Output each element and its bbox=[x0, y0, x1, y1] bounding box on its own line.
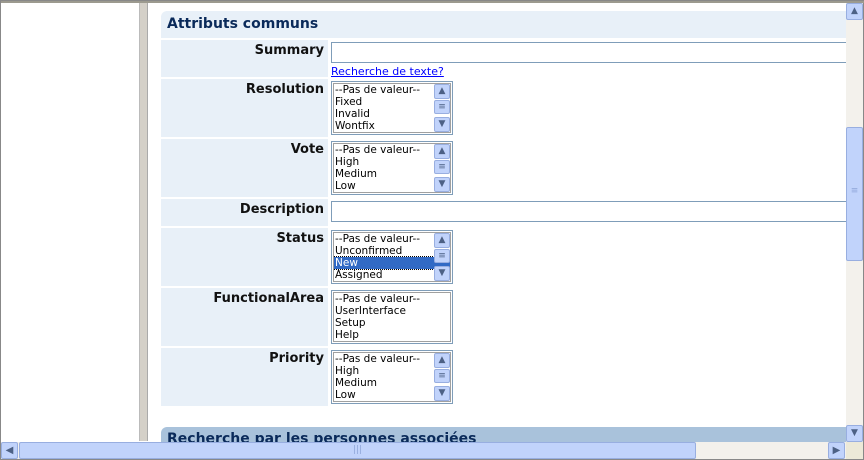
scroll-thumb[interactable]: ≡ bbox=[434, 160, 450, 174]
priority-option[interactable]: Low bbox=[334, 389, 450, 401]
frame-splitter[interactable] bbox=[139, 3, 148, 441]
field-row-description: Description bbox=[161, 199, 846, 226]
status-select[interactable]: --Pas de valeur-- Unconfirmed New Assigned ▲… bbox=[331, 230, 453, 284]
resolution-option[interactable]: --Pas de valeur-- bbox=[334, 84, 450, 96]
status-option[interactable]: New bbox=[333, 256, 451, 270]
chevron-up-icon[interactable]: ▲ bbox=[434, 233, 450, 248]
priority-option[interactable]: High bbox=[334, 365, 450, 377]
field-row-functionalarea: FunctionalArea --Pas de valeur-- UserInter… bbox=[161, 288, 846, 346]
vote-option[interactable]: High bbox=[334, 156, 450, 168]
summary-label: Summary bbox=[161, 40, 328, 77]
vote-option[interactable]: --Pas de valeur-- bbox=[334, 144, 450, 156]
field-row-resolution: Resolution --Pas de valeur-- Fixed Invalid W… bbox=[161, 79, 846, 137]
vertical-scroll-thumb[interactable]: ≡ bbox=[846, 127, 863, 261]
resolution-label: Resolution bbox=[161, 79, 328, 137]
vote-option[interactable]: Medium bbox=[334, 168, 450, 180]
text-search-help-link[interactable]: Recherche de texte? bbox=[331, 65, 846, 78]
chevron-up-icon[interactable]: ▲ bbox=[434, 144, 450, 159]
resolution-option[interactable]: Fixed bbox=[334, 96, 450, 108]
scroll-thumb[interactable]: ≡ bbox=[434, 100, 450, 114]
chevron-up-icon[interactable]: ▲ bbox=[434, 353, 450, 368]
scroll-left-icon[interactable]: ◀ bbox=[1, 442, 18, 459]
priority-option[interactable]: Medium bbox=[334, 377, 450, 389]
field-row-summary: Summary Recherche de texte? bbox=[161, 40, 846, 78]
horizontal-scroll-thumb[interactable]: ||| bbox=[19, 442, 696, 459]
common-attributes-section: Attributs communs Summary Recherche de te… bbox=[161, 11, 846, 406]
functionalarea-option[interactable]: Help bbox=[334, 329, 450, 341]
left-frame bbox=[1, 3, 139, 441]
scroll-down-icon[interactable]: ▼ bbox=[846, 425, 863, 442]
list-scrollbar[interactable]: ▲ ≡ ▼ bbox=[434, 353, 450, 401]
scroll-right-icon[interactable]: ▶ bbox=[828, 442, 845, 459]
functionalarea-option[interactable]: Setup bbox=[334, 317, 450, 329]
scrollbar-corner bbox=[846, 442, 863, 459]
chevron-down-icon[interactable]: ▼ bbox=[434, 177, 450, 192]
resolution-option[interactable]: Wontfix bbox=[334, 120, 450, 132]
horizontal-scrollbar[interactable]: ◀ ||| ▶ bbox=[1, 442, 863, 459]
vote-option[interactable]: Low bbox=[334, 180, 450, 192]
status-option[interactable]: --Pas de valeur-- bbox=[334, 233, 450, 245]
chevron-down-icon[interactable]: ▼ bbox=[434, 386, 450, 401]
functionalarea-option[interactable]: UserInterface bbox=[334, 305, 450, 317]
description-input[interactable] bbox=[331, 201, 846, 222]
associated-people-section-header[interactable]: Recherche par les personnes associées bbox=[161, 427, 846, 442]
field-row-vote: Vote --Pas de valeur-- High Medium Low ▲ ≡ ▼ bbox=[161, 139, 846, 197]
scroll-thumb[interactable]: ≡ bbox=[434, 249, 450, 263]
status-option[interactable]: Unconfirmed bbox=[334, 245, 450, 257]
chevron-up-icon[interactable]: ▲ bbox=[434, 84, 450, 99]
functionalarea-option[interactable]: --Pas de valeur-- bbox=[334, 293, 450, 305]
priority-select[interactable]: --Pas de valeur-- High Medium Low ▲ ≡ ▼ bbox=[331, 350, 453, 404]
vote-label: Vote bbox=[161, 139, 328, 197]
list-scrollbar[interactable]: ▲ ≡ ▼ bbox=[434, 144, 450, 192]
resolution-option[interactable]: Invalid bbox=[334, 108, 450, 120]
status-option[interactable]: Assigned bbox=[334, 269, 450, 281]
description-label: Description bbox=[161, 199, 328, 226]
vertical-scrollbar[interactable]: ▲ ≡ ▼ bbox=[846, 3, 863, 442]
section-header: Attributs communs bbox=[161, 11, 846, 38]
chevron-down-icon[interactable]: ▼ bbox=[434, 117, 450, 132]
list-scrollbar[interactable]: ▲ ≡ ▼ bbox=[434, 233, 450, 281]
list-scrollbar[interactable]: ▲ ≡ ▼ bbox=[434, 84, 450, 132]
summary-input[interactable] bbox=[331, 42, 846, 63]
functionalarea-label: FunctionalArea bbox=[161, 288, 328, 346]
resolution-select[interactable]: --Pas de valeur-- Fixed Invalid Wontfix ▲ ≡ ▼ bbox=[331, 81, 453, 135]
priority-label: Priority bbox=[161, 348, 328, 406]
vote-select[interactable]: --Pas de valeur-- High Medium Low ▲ ≡ ▼ bbox=[331, 141, 453, 195]
scroll-thumb[interactable]: ≡ bbox=[434, 369, 450, 383]
field-row-priority: Priority --Pas de valeur-- High Medium Low ▲ ≡… bbox=[161, 348, 846, 406]
search-form-frame: Attributs communs Summary Recherche de te… bbox=[148, 3, 846, 442]
chevron-down-icon[interactable]: ▼ bbox=[434, 266, 450, 281]
scroll-up-icon[interactable]: ▲ bbox=[846, 3, 863, 20]
status-label: Status bbox=[161, 228, 328, 286]
field-row-status: Status --Pas de valeur-- Unconfirmed New Ass… bbox=[161, 228, 846, 286]
priority-option[interactable]: --Pas de valeur-- bbox=[334, 353, 450, 365]
functionalarea-select[interactable]: --Pas de valeur-- UserInterface Setup Help bbox=[331, 290, 453, 344]
